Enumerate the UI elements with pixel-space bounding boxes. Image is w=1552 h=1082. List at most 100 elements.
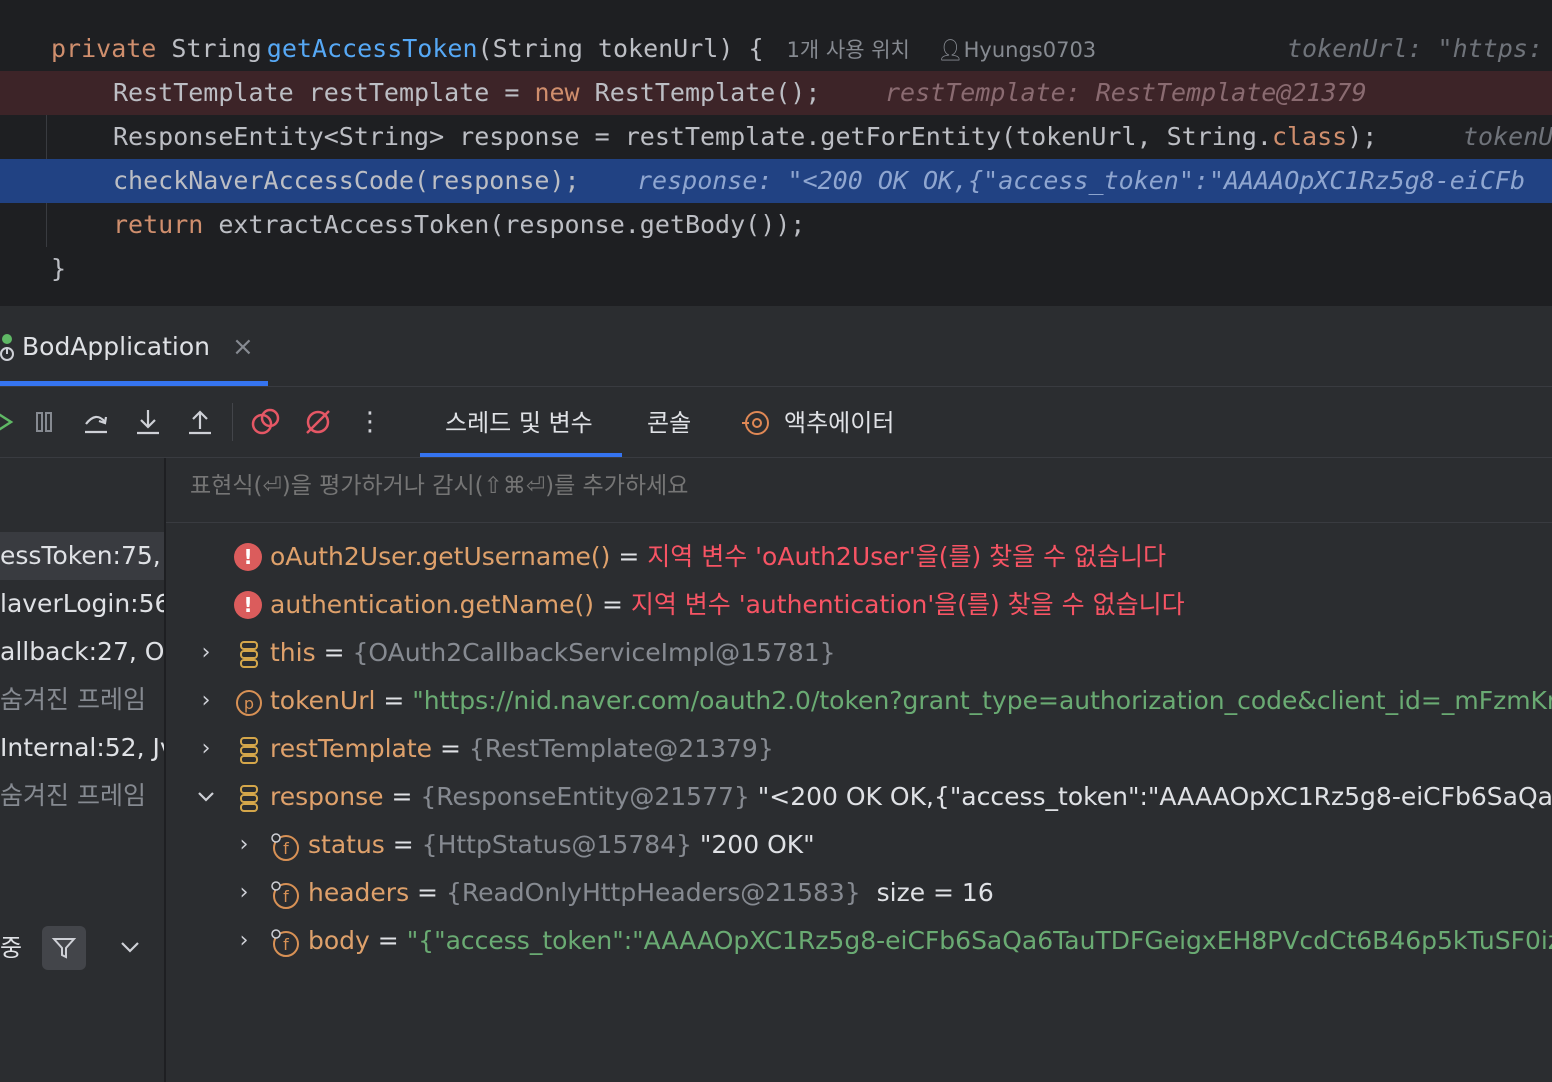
variable-name: restTemplate xyxy=(270,734,433,763)
view-breakpoints-icon[interactable] xyxy=(248,404,284,440)
svg-text:p: p xyxy=(244,694,254,713)
chevron-right-icon[interactable]: › xyxy=(232,869,256,917)
error-icon: ! xyxy=(234,591,262,619)
code-line-2-breakpoint[interactable]: RestTemplate restTemplate = new RestTemp… xyxy=(0,71,1552,115)
step-into-icon[interactable] xyxy=(130,404,166,440)
frame-item[interactable]: allback:27, OA xyxy=(0,628,164,676)
frame-item[interactable]: essToken:75, ( xyxy=(0,532,164,580)
variable-row-response[interactable]: response = {ResponseEntity@21577} "<200 … xyxy=(194,773,1552,821)
parameter-icon: p xyxy=(234,686,264,716)
toolbar-separator xyxy=(232,403,233,441)
equals-sign: = xyxy=(369,926,407,955)
variable-row-body[interactable]: › f body = "{"access_token":"AAAAOpXC1Rz… xyxy=(232,917,1552,965)
chevron-right-icon[interactable]: › xyxy=(194,725,218,773)
author-icon: 👤︎ xyxy=(936,38,964,62)
chevron-down-icon[interactable] xyxy=(194,773,218,821)
run-config-tab[interactable]: BodApplication × xyxy=(0,324,254,370)
run-config-label: BodApplication xyxy=(22,332,211,361)
field-name: status xyxy=(308,830,385,859)
type-string: String xyxy=(171,34,262,63)
variable-row-restTemplate[interactable]: › restTemplate = {RestTemplate@21379} xyxy=(194,725,1552,773)
hidden-frames-item[interactable]: 숨겨진 프레임 xyxy=(0,772,164,820)
code-line-3[interactable]: ResponseEntity<String> response = restTe… xyxy=(0,115,1552,159)
chevron-right-icon[interactable]: › xyxy=(194,677,218,725)
debug-hint-line1: tokenUrl: "https: xyxy=(1287,34,1543,63)
usages-inlay[interactable]: 1개 사용 위치 xyxy=(787,38,910,62)
filter-icon[interactable] xyxy=(42,926,86,970)
code-editor[interactable]: private String getAccessToken(String tok… xyxy=(0,0,1552,306)
equals-sign: = xyxy=(315,638,353,667)
field-icon: f xyxy=(270,926,300,957)
step-out-icon[interactable] xyxy=(182,404,218,440)
watch-name: authentication.getName() xyxy=(270,590,594,619)
more-options-icon[interactable]: ⋮ xyxy=(352,404,388,440)
actuator-icon xyxy=(740,406,774,440)
variable-ref: {ResponseEntity@21577} xyxy=(420,782,750,811)
method-params: (String tokenUrl) { xyxy=(477,34,764,63)
method-name: getAccessToken xyxy=(266,34,478,63)
author-inlay[interactable]: Hyungs0703 xyxy=(964,38,1097,62)
code-text: RestTemplate restTemplate = xyxy=(113,78,535,107)
variable-ref: {HttpStatus@15784} xyxy=(421,830,692,859)
code-text: extractAccessToken(response.getBody()); xyxy=(203,210,806,239)
variable-name: response xyxy=(270,782,384,811)
mute-breakpoints-icon[interactable] xyxy=(300,404,336,440)
watch-name: oAuth2User.getUsername() xyxy=(270,542,611,571)
variables-tree: ! oAuth2User.getUsername() = 지역 변수 'oAut… xyxy=(166,523,1552,1082)
equals-sign: = xyxy=(432,734,469,763)
frames-filter-row: 중 xyxy=(0,916,164,980)
variable-ref: {OAuth2CallbackServiceImpl@15781} xyxy=(352,638,836,667)
variable-row-this[interactable]: › this = {OAuth2CallbackServiceImpl@1578… xyxy=(194,629,1552,677)
debug-hint-line3: tokenU xyxy=(1463,122,1552,151)
code-text: RestTemplate(); xyxy=(579,78,821,107)
chevron-right-icon[interactable]: › xyxy=(194,629,218,677)
variable-value: "<200 OK OK,{"access_token":"AAAAOpXC1Rz… xyxy=(749,782,1552,811)
code-line-5[interactable]: return extractAccessToken(response.getBo… xyxy=(0,203,1552,247)
code-text: } xyxy=(51,254,67,283)
variable-value: "200 OK" xyxy=(691,830,815,859)
code-line-4-current[interactable]: checkNaverAccessCode(response); response… xyxy=(0,159,1552,203)
code-text: ResponseEntity<String> response = restTe… xyxy=(113,122,1272,151)
variable-row-tokenUrl[interactable]: › p tokenUrl = "https://nid.naver.com/oa… xyxy=(194,677,1552,725)
pause-icon[interactable] xyxy=(26,404,62,440)
equals-sign: = xyxy=(409,878,446,907)
debug-hint-line4: response: "<200 OK OK,{"access_token":"A… xyxy=(637,166,1526,195)
variable-value: "https://nid.naver.com/oauth2.0/token?gr… xyxy=(412,686,1552,715)
variable-ref: {RestTemplate@21379} xyxy=(468,734,774,763)
equals-sign: = xyxy=(610,542,648,571)
hidden-frames-item[interactable]: 숨겨진 프레임 xyxy=(0,676,164,724)
tab-console[interactable]: 콘솔 xyxy=(647,398,691,448)
tab-actuator[interactable]: 액추에이터 xyxy=(740,398,894,448)
code-line-6[interactable]: } xyxy=(0,247,1552,291)
step-over-icon[interactable] xyxy=(78,404,114,440)
code-line-1[interactable]: private String getAccessToken(String tok… xyxy=(0,27,1552,71)
chevron-right-icon[interactable]: › xyxy=(232,917,256,965)
field-name: body xyxy=(308,926,370,955)
variable-row-status[interactable]: › f status = {HttpStatus@15784} "200 OK" xyxy=(232,821,1552,869)
frame-item[interactable]: laverLogin:56 xyxy=(0,580,164,628)
chevron-right-icon[interactable]: › xyxy=(232,821,256,869)
equals-sign: = xyxy=(383,782,421,811)
chevron-down-icon[interactable] xyxy=(116,932,144,962)
variable-name: this xyxy=(270,638,316,667)
object-icon xyxy=(234,734,264,764)
variable-row-headers[interactable]: › f headers = {ReadOnlyHttpHeaders@21583… xyxy=(232,869,1552,917)
variable-ref: {ReadOnlyHttpHeaders@21583} xyxy=(445,878,861,907)
object-icon xyxy=(234,782,264,812)
close-tab-icon[interactable]: × xyxy=(232,324,254,370)
frame-item[interactable]: Internal:52, Jv xyxy=(0,724,164,772)
tab-threads-variables[interactable]: 스레드 및 변수 xyxy=(445,398,593,448)
resume-icon[interactable] xyxy=(0,404,22,440)
equals-sign: = xyxy=(594,590,631,619)
svg-text:f: f xyxy=(283,887,289,906)
frames-panel: 중 essToken:75, ( laverLogin:56 allback:2… xyxy=(0,458,164,1082)
svg-text:f: f xyxy=(283,935,289,954)
keyword-return: return xyxy=(113,210,204,239)
thread-selector-label[interactable]: 중 xyxy=(0,926,22,970)
equals-sign: = xyxy=(384,830,422,859)
variable-value: "{"access_token":"AAAAOpXC1Rz5g8-eiCFb6S… xyxy=(406,926,1552,955)
tab-actuator-label: 액추에이터 xyxy=(784,409,895,437)
object-icon xyxy=(234,638,264,668)
keyword-class: class xyxy=(1271,122,1348,151)
evaluate-expression-input[interactable] xyxy=(188,472,1492,500)
